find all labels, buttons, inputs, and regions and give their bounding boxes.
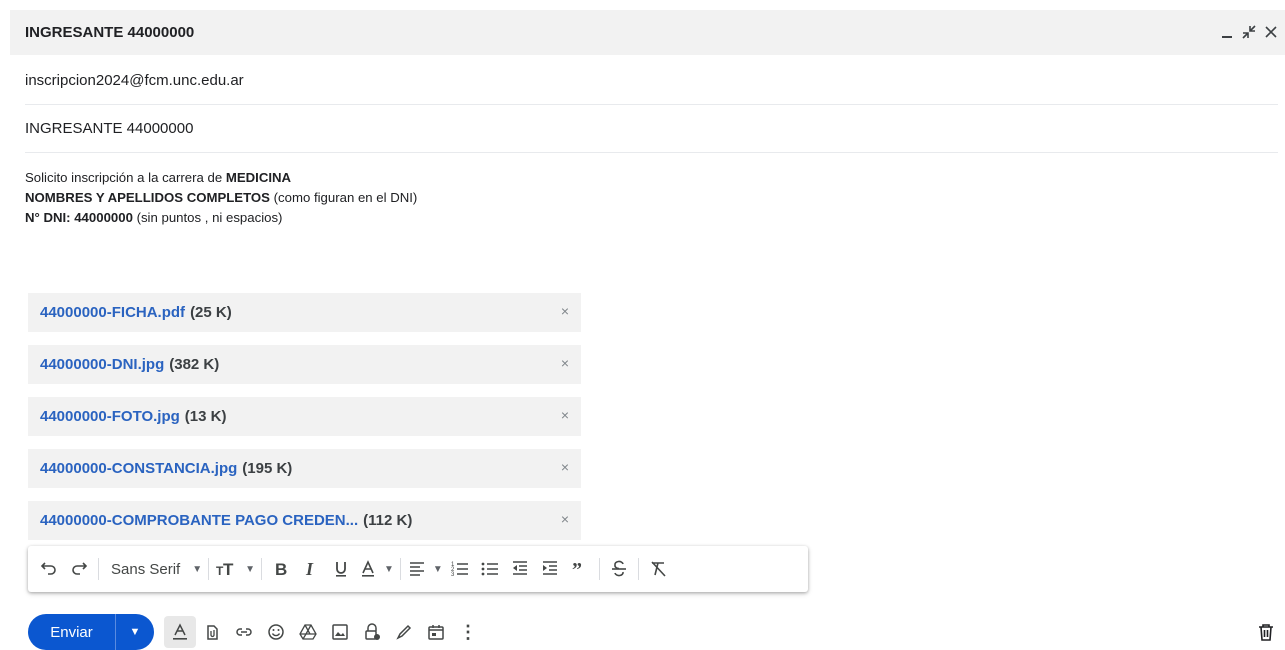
to-field[interactable]: inscripcion2024@fcm.unc.edu.ar [25, 56, 1278, 105]
minimize-icon[interactable] [1219, 23, 1235, 41]
remove-attachment-icon[interactable]: × [557, 355, 573, 371]
chevron-down-icon: ▼ [432, 563, 443, 575]
svg-text:I: I [305, 559, 314, 579]
attachment-name[interactable]: 44000000-FICHA.pdf [40, 304, 185, 321]
remove-attachment-icon[interactable]: × [557, 511, 573, 527]
signature-icon[interactable] [388, 616, 420, 648]
remove-attachment-icon[interactable]: × [557, 459, 573, 475]
insert-photo-icon[interactable] [324, 616, 356, 648]
svg-text:B: B [275, 560, 287, 579]
body-line-2-text: (como figuran en el DNI) [269, 190, 418, 205]
attachment-chip[interactable]: 44000000-FICHA.pdf (25 K) × [28, 293, 581, 332]
attachment-name[interactable]: 44000000-FOTO.jpg [40, 408, 180, 425]
subject-value: INGRESANTE 44000000 [25, 119, 194, 137]
remove-formatting-icon[interactable] [645, 554, 671, 584]
text-color-button[interactable]: ▼ [358, 554, 394, 584]
formatting-toolbar: Sans Serif ▼ TT ▼ B I ▼ ▼ 123 ” [28, 546, 808, 592]
font-size-button[interactable]: TT ▼ [215, 554, 255, 584]
remove-attachment-icon[interactable]: × [557, 407, 573, 423]
strikethrough-icon[interactable] [606, 554, 632, 584]
toolbar-divider [399, 558, 401, 580]
indent-less-icon[interactable] [507, 554, 533, 584]
attachment-chip[interactable]: 44000000-FOTO.jpg (13 K) × [28, 397, 581, 436]
compose-actions: Enviar ▼ ⋮ [28, 614, 484, 650]
body-line-3-bold: N° DNI: 44000000 [25, 210, 133, 225]
attachment-size: (112 K) [363, 512, 413, 529]
compose-title: INGRESANTE 44000000 [25, 24, 195, 41]
send-button[interactable]: Enviar [28, 614, 116, 650]
message-body[interactable]: Solicito inscripción a la carrera de MED… [25, 168, 417, 228]
body-line-3-text: (sin puntos , ni espacios) [132, 210, 283, 225]
svg-text:T: T [223, 560, 234, 579]
attachment-name[interactable]: 44000000-CONSTANCIA.jpg [40, 460, 237, 477]
redo-icon[interactable] [66, 554, 92, 584]
body-line-2-bold: NOMBRES Y APELLIDOS COMPLETOS [25, 190, 270, 205]
attachment-chip[interactable]: 44000000-DNI.jpg (382 K) × [28, 345, 581, 384]
send-options-button[interactable]: ▼ [116, 614, 154, 650]
font-family-label: Sans Serif [111, 560, 181, 578]
discard-draft-icon[interactable] [1255, 620, 1277, 644]
body-line-1-text: Solicito inscripción a la carrera de [25, 170, 226, 185]
body-line-1: Solicito inscripción a la carrera de MED… [25, 168, 417, 188]
attachment-chip[interactable]: 44000000-CONSTANCIA.jpg (195 K) × [28, 449, 581, 488]
chevron-down-icon: ▼ [129, 626, 141, 638]
attachment-size: (382 K) [169, 356, 220, 373]
insert-emoji-icon[interactable] [260, 616, 292, 648]
subject-field[interactable]: INGRESANTE 44000000 [25, 104, 1278, 153]
quote-icon[interactable]: ” [567, 554, 593, 584]
attach-file-icon[interactable] [196, 616, 228, 648]
attachment-size: (25 K) [190, 304, 232, 321]
toolbar-divider [208, 558, 210, 580]
schedule-send-icon[interactable] [420, 616, 452, 648]
attachment-name[interactable]: 44000000-DNI.jpg [40, 356, 164, 373]
chevron-down-icon: ▼ [384, 563, 394, 575]
chevron-down-icon: ▼ [245, 563, 256, 575]
formatting-options-icon[interactable] [164, 616, 196, 648]
indent-more-icon[interactable] [537, 554, 563, 584]
svg-text:”: ” [572, 559, 582, 579]
confidential-mode-icon[interactable] [356, 616, 388, 648]
italic-icon[interactable]: I [298, 554, 324, 584]
chevron-down-icon: ▼ [192, 563, 203, 575]
body-line-3: N° DNI: 44000000 (sin puntos , ni espaci… [25, 208, 417, 228]
window-controls [1219, 23, 1279, 41]
remove-attachment-icon[interactable]: × [557, 303, 573, 319]
bulleted-list-icon[interactable] [477, 554, 503, 584]
recipient-value: inscripcion2024@fcm.unc.edu.ar [25, 71, 244, 89]
body-line-1-bold: MEDICINA [225, 170, 292, 185]
toolbar-divider [598, 558, 600, 580]
underline-icon[interactable] [328, 554, 354, 584]
toolbar-divider [261, 558, 263, 580]
compose-header: INGRESANTE 44000000 [10, 10, 1285, 55]
exit-fullscreen-icon[interactable] [1241, 23, 1257, 41]
font-family-select[interactable]: Sans Serif ▼ [105, 554, 202, 584]
attachment-list: 44000000-FICHA.pdf (25 K) × 44000000-DNI… [28, 293, 581, 553]
insert-link-icon[interactable] [228, 616, 260, 648]
attachment-size: (195 K) [242, 460, 293, 477]
more-options-icon[interactable]: ⋮ [452, 616, 484, 648]
toolbar-divider [637, 558, 639, 580]
numbered-list-icon[interactable]: 123 [447, 554, 473, 584]
bold-icon[interactable]: B [268, 554, 294, 584]
google-drive-icon[interactable] [292, 616, 324, 648]
align-icon[interactable]: ▼ [407, 554, 443, 584]
attachment-chip[interactable]: 44000000-COMPROBANTE PAGO CREDEN... (112… [28, 501, 581, 540]
toolbar-divider [98, 558, 99, 580]
attachment-name[interactable]: 44000000-COMPROBANTE PAGO CREDEN... [40, 512, 358, 529]
attachment-size: (13 K) [184, 408, 227, 425]
send-button-group: Enviar ▼ [28, 614, 154, 650]
close-icon[interactable] [1263, 23, 1279, 41]
undo-icon[interactable] [36, 554, 62, 584]
body-line-2: NOMBRES Y APELLIDOS COMPLETOS (como figu… [25, 188, 417, 208]
svg-text:3: 3 [451, 572, 455, 578]
